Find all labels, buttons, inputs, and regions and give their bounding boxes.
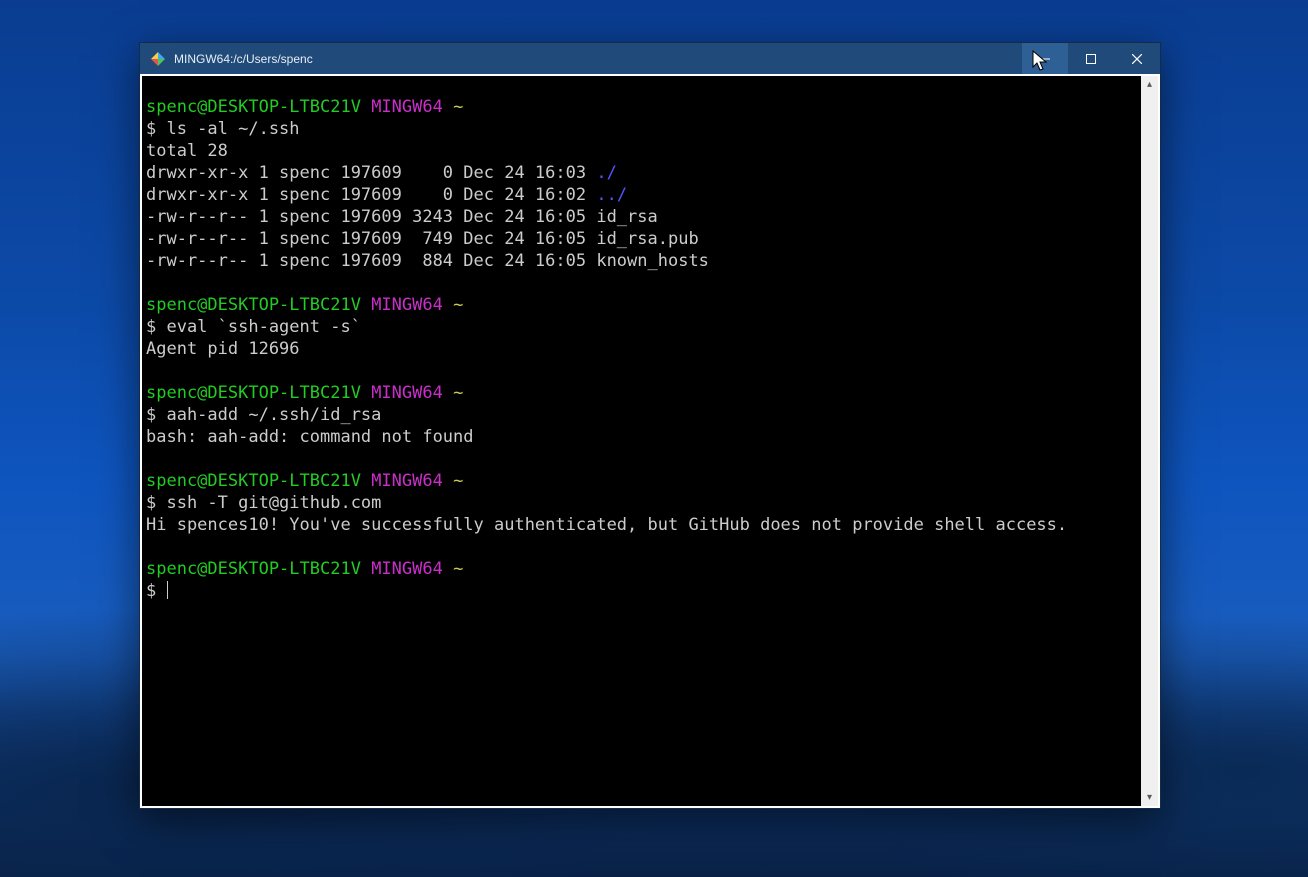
app-icon	[150, 51, 166, 67]
maximize-button[interactable]	[1068, 43, 1114, 74]
window-title: MINGW64:/c/Users/spenc	[174, 52, 1022, 66]
titlebar[interactable]: MINGW64:/c/Users/spenc	[140, 43, 1160, 74]
minimize-button[interactable]	[1022, 43, 1068, 74]
scroll-up-button[interactable]: ▴	[1141, 76, 1158, 93]
scroll-down-button[interactable]: ▾	[1141, 789, 1158, 806]
terminal-window: MINGW64:/c/Users/spenc spenc@DESKTOP-LTB…	[139, 42, 1161, 809]
terminal-wrap: spenc@DESKTOP-LTBC21V MINGW64 ~ $ ls -al…	[142, 76, 1158, 806]
window-controls	[1022, 43, 1160, 74]
scrollbar[interactable]: ▴ ▾	[1141, 76, 1158, 806]
terminal[interactable]: spenc@DESKTOP-LTBC21V MINGW64 ~ $ ls -al…	[142, 76, 1141, 806]
window-client-area: spenc@DESKTOP-LTBC21V MINGW64 ~ $ ls -al…	[140, 74, 1160, 808]
close-button[interactable]	[1114, 43, 1160, 74]
